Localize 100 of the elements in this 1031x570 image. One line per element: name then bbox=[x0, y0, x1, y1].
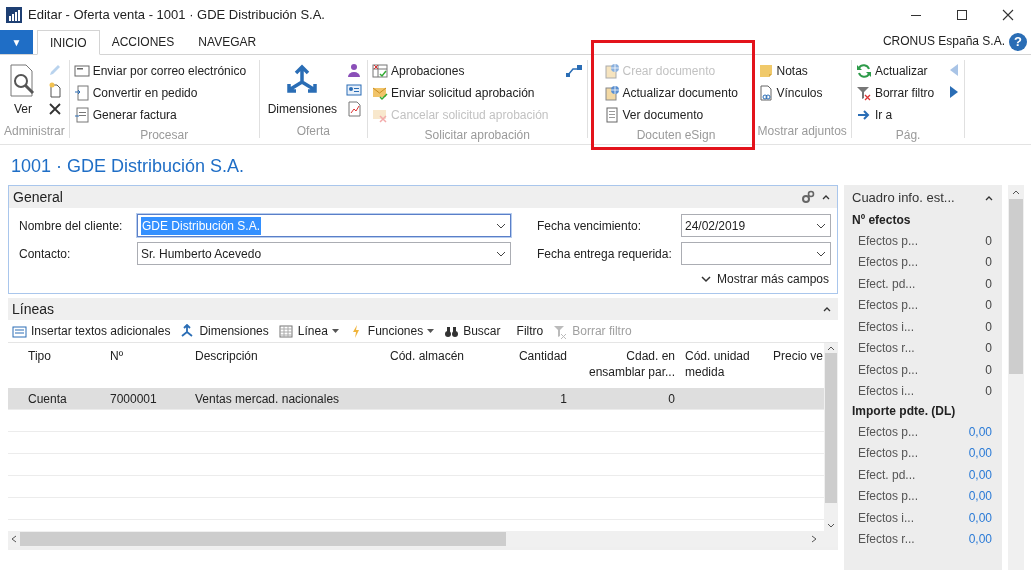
field-label: Fecha entrega requerida: bbox=[537, 245, 673, 263]
ribbon-large-button[interactable]: Ver bbox=[4, 60, 42, 122]
chart-document-icon[interactable] bbox=[346, 101, 363, 117]
factbox-heading: Nº efectos bbox=[852, 212, 912, 229]
group-label: Pág. bbox=[894, 127, 922, 142]
column-header[interactable]: Descripción bbox=[190, 348, 385, 388]
section-title: Líneas bbox=[12, 299, 55, 319]
envelope-check-icon bbox=[372, 85, 389, 101]
factbox-link[interactable]: 0,00 bbox=[968, 530, 994, 549]
column-header[interactable]: Nº bbox=[105, 348, 190, 388]
table-cell: 0 bbox=[668, 391, 675, 406]
note-icon bbox=[757, 63, 774, 79]
app-menu-button[interactable]: ▼ bbox=[0, 30, 33, 54]
company-name: CRONUS España S.A. bbox=[882, 33, 1005, 50]
table-cell: 7000001 bbox=[110, 391, 157, 406]
grid-icon bbox=[278, 323, 294, 339]
filter-clear-icon bbox=[855, 85, 872, 101]
contact-card-icon[interactable] bbox=[346, 81, 363, 98]
field-label: Nombre del cliente: bbox=[19, 217, 124, 235]
ribbon-button[interactable]: Aprobaciones bbox=[372, 60, 553, 82]
caret-icon bbox=[331, 328, 339, 334]
column-header[interactable]: Cód. unidad medida bbox=[680, 348, 768, 388]
ribbon-tab[interactable]: ACCIONES bbox=[99, 30, 187, 54]
page-title: 1001 · GDE Distribución S.A. bbox=[10, 155, 246, 178]
field-label: Contacto: bbox=[19, 245, 72, 263]
ribbon-button[interactable]: Enviar por correo electrónico bbox=[73, 60, 251, 82]
table-cell: 1 bbox=[560, 391, 567, 406]
factbox-label: Efectos p... bbox=[858, 423, 919, 441]
column-header[interactable]: Cód. almacén bbox=[385, 348, 500, 388]
workflow-icon[interactable] bbox=[564, 62, 583, 78]
window-title: Editar - Oferta venta - 1001 · GDE Distribución S.A. bbox=[28, 6, 325, 25]
text-list-icon bbox=[12, 323, 27, 339]
help-button[interactable]: ? bbox=[1009, 33, 1027, 51]
factbox-label: Efectos p... bbox=[858, 297, 919, 315]
dropdown-field[interactable] bbox=[681, 242, 831, 265]
factbox-label: Efectos p... bbox=[858, 361, 919, 379]
document-globe-icon bbox=[603, 85, 620, 101]
person-icon[interactable] bbox=[346, 62, 363, 78]
mail-icon bbox=[73, 63, 90, 79]
table-row[interactable]: Cuenta 7000001 Ventas mercad. nacionales 1 0 bbox=[8, 388, 825, 410]
toolbar-button[interactable]: Línea bbox=[278, 322, 339, 340]
factbox-link[interactable]: 0,00 bbox=[968, 444, 994, 463]
ribbon-button[interactable]: Borrar filtro bbox=[855, 82, 939, 104]
factbox-link[interactable]: 0,00 bbox=[968, 465, 994, 484]
ribbon-button[interactable]: Convertir en pedido bbox=[73, 82, 251, 104]
factbox-link[interactable]: 0,00 bbox=[968, 422, 994, 441]
ribbon-button[interactable]: Ir a bbox=[855, 104, 939, 126]
toolbar-button[interactable]: Filtro bbox=[516, 322, 544, 340]
group-label: Mostrar adjuntos bbox=[757, 123, 847, 138]
document-link-icon bbox=[757, 85, 774, 101]
filter-clear-icon bbox=[553, 323, 569, 339]
delete-icon[interactable] bbox=[47, 101, 63, 117]
gears-icon[interactable] bbox=[801, 190, 815, 204]
toolbar-button[interactable]: Insertar textos adicionales bbox=[12, 322, 171, 340]
factbox-label: Efect. pd... bbox=[858, 275, 916, 293]
toolbar-button[interactable]: Dimensiones bbox=[180, 322, 269, 340]
column-header[interactable]: Cantidad bbox=[500, 348, 572, 388]
vertical-scrollbar[interactable] bbox=[1008, 185, 1024, 570]
table-cell: Ventas mercad. nacionales bbox=[195, 391, 340, 406]
column-header[interactable]: Tipo bbox=[8, 348, 105, 388]
factbox-link[interactable]: 0,00 bbox=[968, 508, 994, 527]
ribbon-button[interactable]: Notas bbox=[757, 60, 827, 82]
document-globe-icon bbox=[603, 63, 620, 79]
factbox-label: Efectos i... bbox=[858, 509, 915, 527]
toolbar-button[interactable]: Buscar bbox=[444, 322, 501, 340]
app-icon bbox=[6, 7, 22, 23]
envelope-x-icon bbox=[372, 107, 389, 123]
show-more-link[interactable]: Mostrar más campos bbox=[700, 270, 829, 288]
toolbar-button[interactable]: Funciones bbox=[348, 322, 435, 340]
column-header[interactable]: Cdad. en ensamblar par... bbox=[572, 348, 680, 388]
section-title: General bbox=[13, 187, 63, 207]
factbox-label: Efectos p... bbox=[858, 445, 919, 463]
ribbon-button[interactable]: Generar factura bbox=[73, 104, 251, 126]
ribbon-button[interactable]: Enviar solicitud aprobación bbox=[372, 82, 553, 104]
factbox-value: 0 bbox=[985, 275, 993, 293]
factbox-value: 0 bbox=[985, 232, 993, 250]
horizontal-scrollbar[interactable] bbox=[8, 531, 838, 547]
group-label: Docuten eSign bbox=[635, 127, 717, 142]
factbox-label: Efectos r... bbox=[858, 340, 915, 358]
factbox-title: Cuadro info. est... bbox=[852, 189, 955, 208]
factbox-label: Efectos r... bbox=[858, 531, 915, 549]
factbox-label: Efect. pd... bbox=[858, 466, 916, 484]
ribbon-button[interactable]: Actualizar bbox=[855, 60, 939, 82]
ribbon-button[interactable]: Vínculos bbox=[757, 82, 827, 104]
dropdown-field[interactable]: 24/02/2019 bbox=[681, 214, 831, 237]
table-cell: Cuenta bbox=[28, 391, 67, 406]
group-label: Administrar bbox=[4, 123, 65, 138]
dropdown-field[interactable]: Sr. Humberto Acevedo bbox=[137, 242, 511, 265]
vertical-scrollbar[interactable] bbox=[824, 343, 838, 531]
group-label: Procesar bbox=[139, 127, 190, 142]
factbox-link[interactable]: 0,00 bbox=[968, 487, 994, 506]
factbox-heading: Importe pdte. (DL) bbox=[852, 403, 957, 420]
chevron-down-icon bbox=[816, 249, 826, 258]
column-header[interactable]: Precio ve bbox=[768, 348, 825, 388]
group-label: Oferta bbox=[295, 123, 332, 138]
ribbon-button[interactable]: Ver documento bbox=[603, 104, 742, 126]
ribbon-tab[interactable]: INICIO bbox=[37, 30, 100, 55]
ribbon-large-button[interactable]: Dimensiones bbox=[263, 60, 342, 122]
ribbon-button[interactable]: Actualizar documento bbox=[603, 82, 742, 104]
ribbon-tab[interactable]: NAVEGAR bbox=[186, 30, 269, 54]
